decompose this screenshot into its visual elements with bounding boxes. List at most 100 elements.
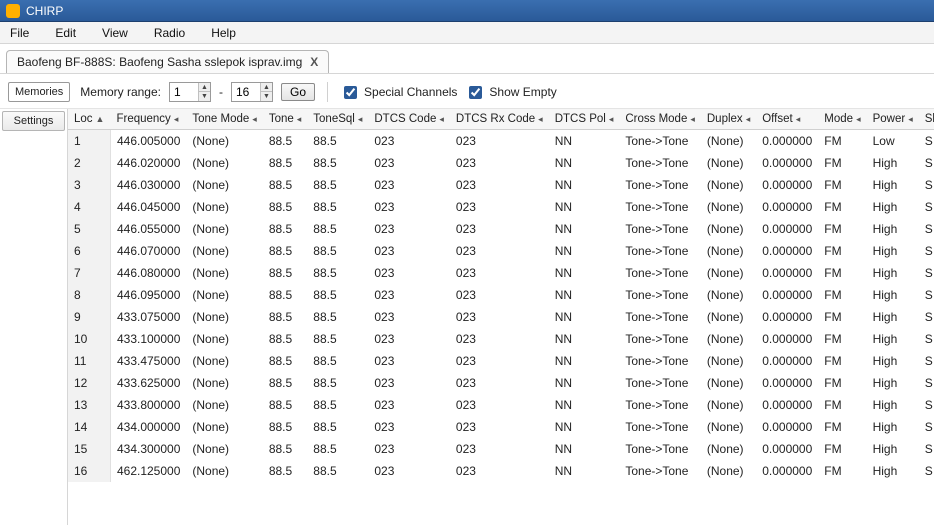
cell-skip[interactable]: S [919,328,934,350]
cell-mode[interactable]: FM [818,130,866,153]
cell-tm[interactable]: (None) [186,372,262,394]
col-header-mode[interactable]: Mode◂ [818,109,866,130]
cell-off[interactable]: 0.000000 [756,218,818,240]
special-channels-input[interactable] [344,86,357,99]
cell-tsql[interactable]: 88.5 [307,262,368,284]
cell-tm[interactable]: (None) [186,130,262,153]
up-icon[interactable]: ▲ [199,83,210,92]
cell-mode[interactable]: FM [818,284,866,306]
cell-tsql[interactable]: 88.5 [307,196,368,218]
col-header-offset[interactable]: Offset◂ [756,109,818,130]
menu-view[interactable]: View [96,24,134,42]
cell-mode[interactable]: FM [818,196,866,218]
cell-tsql[interactable]: 88.5 [307,372,368,394]
cell-dtcs[interactable]: 023 [368,284,450,306]
cell-off[interactable]: 0.000000 [756,306,818,328]
cell-freq[interactable]: 433.800000 [110,394,186,416]
cell-mode[interactable]: FM [818,174,866,196]
table-row[interactable]: 6446.070000(None)88.588.5023023NNTone->T… [68,240,934,262]
cell-tm[interactable]: (None) [186,262,262,284]
cell-off[interactable]: 0.000000 [756,460,818,482]
cell-tone[interactable]: 88.5 [263,438,307,460]
col-header-cross-mode[interactable]: Cross Mode◂ [619,109,701,130]
cell-tsql[interactable]: 88.5 [307,460,368,482]
cell-pol[interactable]: NN [549,328,620,350]
cell-cross[interactable]: Tone->Tone [619,438,701,460]
cell-skip[interactable]: S [919,306,934,328]
cell-pol[interactable]: NN [549,152,620,174]
cell-pow[interactable]: High [867,196,919,218]
cell-loc[interactable]: 12 [68,372,110,394]
cell-pol[interactable]: NN [549,284,620,306]
cell-dtcsrx[interactable]: 023 [450,174,549,196]
cell-pol[interactable]: NN [549,416,620,438]
cell-dtcs[interactable]: 023 [368,240,450,262]
cell-loc[interactable]: 6 [68,240,110,262]
cell-loc[interactable]: 3 [68,174,110,196]
cell-dup[interactable]: (None) [701,262,756,284]
cell-dup[interactable]: (None) [701,284,756,306]
table-row[interactable]: 11433.475000(None)88.588.5023023NNTone->… [68,350,934,372]
cell-freq[interactable]: 446.020000 [110,152,186,174]
table-row[interactable]: 1446.005000(None)88.588.5023023NNTone->T… [68,130,934,153]
cell-loc[interactable]: 7 [68,262,110,284]
cell-tm[interactable]: (None) [186,416,262,438]
cell-dtcsrx[interactable]: 023 [450,218,549,240]
cell-tone[interactable]: 88.5 [263,262,307,284]
cell-loc[interactable]: 13 [68,394,110,416]
cell-cross[interactable]: Tone->Tone [619,152,701,174]
cell-pol[interactable]: NN [549,306,620,328]
cell-tsql[interactable]: 88.5 [307,152,368,174]
cell-tsql[interactable]: 88.5 [307,306,368,328]
cell-pol[interactable]: NN [549,394,620,416]
cell-freq[interactable]: 446.070000 [110,240,186,262]
cell-cross[interactable]: Tone->Tone [619,372,701,394]
table-row[interactable]: 5446.055000(None)88.588.5023023NNTone->T… [68,218,934,240]
table-row[interactable]: 13433.800000(None)88.588.5023023NNTone->… [68,394,934,416]
cell-off[interactable]: 0.000000 [756,152,818,174]
cell-cross[interactable]: Tone->Tone [619,240,701,262]
cell-pol[interactable]: NN [549,350,620,372]
cell-dup[interactable]: (None) [701,174,756,196]
cell-mode[interactable]: FM [818,438,866,460]
cell-off[interactable]: 0.000000 [756,240,818,262]
cell-dtcs[interactable]: 023 [368,262,450,284]
cell-skip[interactable]: S [919,350,934,372]
cell-tm[interactable]: (None) [186,218,262,240]
show-empty-input[interactable] [469,86,482,99]
col-header-tone-mode[interactable]: Tone Mode◂ [186,109,262,130]
cell-tsql[interactable]: 88.5 [307,130,368,153]
cell-loc[interactable]: 2 [68,152,110,174]
cell-tone[interactable]: 88.5 [263,416,307,438]
cell-freq[interactable]: 433.475000 [110,350,186,372]
cell-dup[interactable]: (None) [701,350,756,372]
table-row[interactable]: 7446.080000(None)88.588.5023023NNTone->T… [68,262,934,284]
cell-skip[interactable]: S [919,174,934,196]
col-header-tonesql[interactable]: ToneSql◂ [307,109,368,130]
col-header-frequency[interactable]: Frequency◂ [110,109,186,130]
cell-loc[interactable]: 8 [68,284,110,306]
col-header-dtcs-rx-code[interactable]: DTCS Rx Code◂ [450,109,549,130]
range-from-spinner[interactable]: ▲▼ [169,82,211,102]
cell-pol[interactable]: NN [549,372,620,394]
cell-pow[interactable]: High [867,262,919,284]
cell-off[interactable]: 0.000000 [756,438,818,460]
cell-dtcsrx[interactable]: 023 [450,416,549,438]
cell-cross[interactable]: Tone->Tone [619,350,701,372]
cell-dtcs[interactable]: 023 [368,394,450,416]
cell-off[interactable]: 0.000000 [756,174,818,196]
cell-pol[interactable]: NN [549,130,620,153]
tab-active[interactable]: Baofeng BF-888S: Baofeng Sasha sslepok i… [6,50,329,73]
cell-pow[interactable]: High [867,284,919,306]
cell-dtcs[interactable]: 023 [368,460,450,482]
cell-pol[interactable]: NN [549,218,620,240]
cell-mode[interactable]: FM [818,218,866,240]
cell-cross[interactable]: Tone->Tone [619,460,701,482]
table-row[interactable]: 9433.075000(None)88.588.5023023NNTone->T… [68,306,934,328]
cell-dup[interactable]: (None) [701,152,756,174]
cell-off[interactable]: 0.000000 [756,372,818,394]
col-header-dtcs-pol[interactable]: DTCS Pol◂ [549,109,620,130]
cell-dtcs[interactable]: 023 [368,174,450,196]
cell-pow[interactable]: High [867,416,919,438]
cell-tone[interactable]: 88.5 [263,218,307,240]
